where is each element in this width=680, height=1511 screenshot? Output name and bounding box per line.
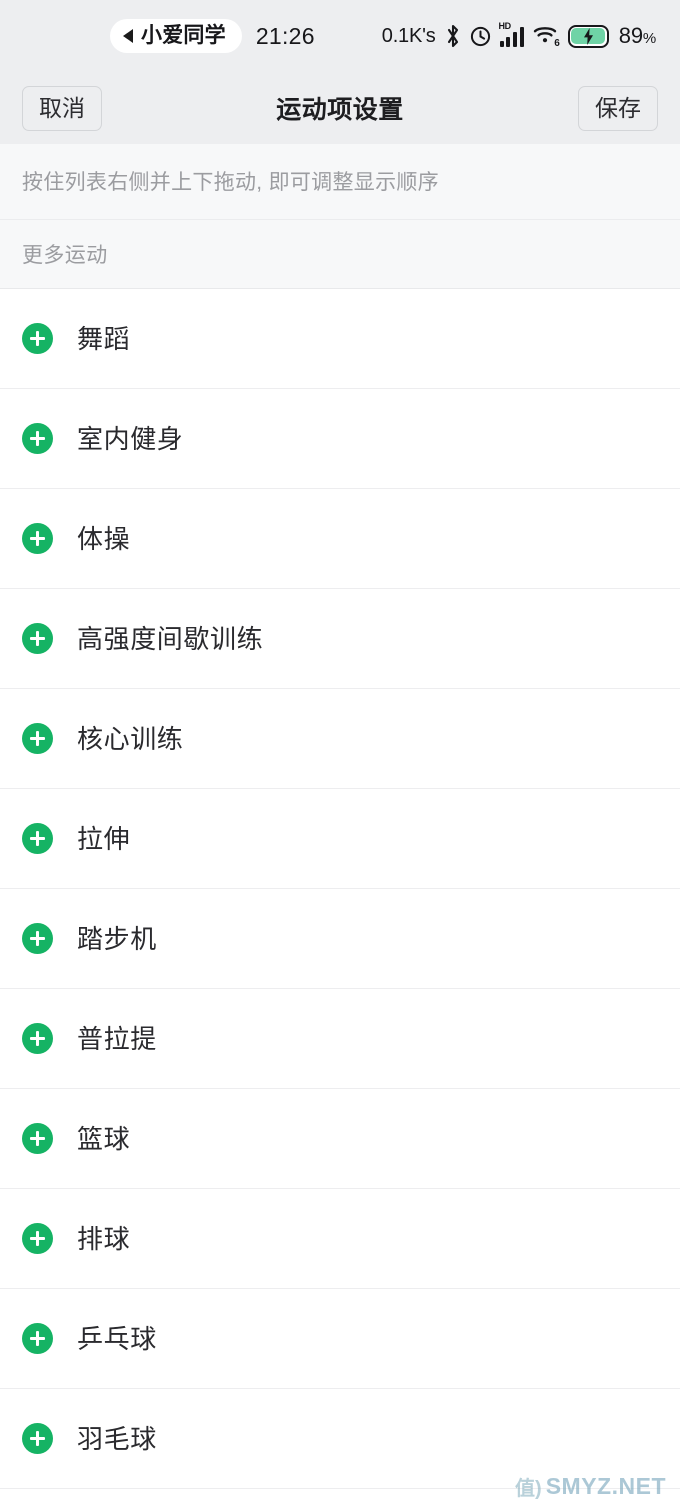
- sport-name-label: 体操: [77, 523, 131, 554]
- plus-circle-icon[interactable]: [22, 1423, 53, 1455]
- plus-circle-icon[interactable]: [22, 823, 53, 855]
- signal-bar-3: [512, 32, 518, 47]
- sport-row[interactable]: 普拉提: [0, 989, 680, 1090]
- wifi-icon: 6: [533, 25, 560, 49]
- plus-circle-icon[interactable]: [22, 1323, 53, 1355]
- network-speed-label: 0.1K's: [381, 24, 436, 47]
- sport-name-label: 排球: [77, 1223, 131, 1254]
- sport-row[interactable]: 羽毛球: [0, 1389, 680, 1490]
- sport-row[interactable]: 排球: [0, 1189, 680, 1290]
- status-bar-right: 0.1K's HD 6 89%: [381, 21, 656, 49]
- plus-circle-icon[interactable]: [22, 423, 53, 455]
- plus-circle-icon[interactable]: [22, 923, 53, 955]
- wifi-generation-label: 6: [554, 38, 560, 49]
- sport-row[interactable]: 舞蹈: [0, 289, 680, 390]
- sport-name-label: 乒乓球: [77, 1323, 157, 1354]
- plus-circle-icon[interactable]: [22, 523, 53, 555]
- sport-name-label: 拉伸: [77, 823, 131, 854]
- drag-hint-banner: 按住列表右侧并上下拖动, 即可调整显示顺序: [0, 144, 680, 221]
- section-title: 更多运动: [22, 244, 108, 268]
- sport-row[interactable]: 核心训练: [0, 689, 680, 790]
- sport-name-label: 篮球: [77, 1123, 131, 1154]
- sport-name-label: 室内健身: [77, 423, 184, 454]
- plus-circle-icon[interactable]: [22, 323, 53, 355]
- sport-name-label: 高强度间歇训练: [77, 623, 264, 654]
- plus-circle-icon[interactable]: [22, 1223, 53, 1255]
- cancel-button[interactable]: 取消: [22, 85, 102, 131]
- battery-charging-icon: [567, 24, 609, 48]
- sport-row[interactable]: 高强度间歇训练: [0, 589, 680, 690]
- signal-bar-1: [499, 41, 504, 47]
- status-bar-left: 小爱同学 21:26: [110, 19, 315, 53]
- drag-hint-text: 按住列表右侧并上下拖动, 即可调整显示顺序: [22, 171, 439, 194]
- plus-circle-icon[interactable]: [22, 1023, 53, 1055]
- navigation-bar: 取消 运动项设置 保存: [0, 72, 680, 144]
- sport-row[interactable]: 体操: [0, 489, 680, 590]
- status-bar: 小爱同学 21:26 0.1K's HD 6 89%: [0, 0, 680, 72]
- plus-circle-icon[interactable]: [22, 1123, 53, 1155]
- plus-circle-icon[interactable]: [22, 623, 53, 655]
- cellular-signal-icon: HD: [498, 21, 524, 47]
- bluetooth-icon: [445, 24, 461, 48]
- voice-assistant-pill[interactable]: 小爱同学: [110, 19, 242, 53]
- sport-name-label: 羽毛球: [77, 1423, 157, 1454]
- sport-name-label: 核心训练: [77, 723, 184, 754]
- sport-row[interactable]: 拉伸: [0, 789, 680, 890]
- back-triangle-icon[interactable]: [123, 28, 133, 43]
- signal-bar-4: [519, 27, 524, 47]
- sport-list: 舞蹈室内健身体操高强度间歇训练核心训练拉伸踏步机普拉提篮球排球乒乓球羽毛球板球: [0, 289, 680, 1511]
- section-header-more-sports: 更多运动: [0, 220, 680, 290]
- voice-assistant-label: 小爱同学: [141, 24, 226, 47]
- sport-name-label: 踏步机: [77, 923, 157, 954]
- signal-bar-2: [506, 37, 511, 47]
- save-button[interactable]: 保存: [578, 85, 658, 131]
- plus-circle-icon[interactable]: [22, 723, 53, 755]
- phone-screen: 小爱同学 21:26 0.1K's HD 6 89% 取消 运动项设置 保存 按…: [0, 0, 680, 1511]
- status-bar-clock: 21:26: [255, 22, 315, 49]
- battery-percent-label: 89%: [618, 23, 656, 48]
- alarm-clock-icon: [470, 26, 491, 47]
- sport-row[interactable]: 踏步机: [0, 889, 680, 990]
- sport-row[interactable]: 乒乓球: [0, 1289, 680, 1390]
- sport-name-label: 舞蹈: [77, 323, 131, 354]
- hd-voice-label: HD: [498, 21, 512, 31]
- sport-row[interactable]: 室内健身: [0, 389, 680, 490]
- sport-name-label: 普拉提: [77, 1023, 157, 1054]
- sport-row[interactable]: 篮球: [0, 1089, 680, 1190]
- sport-row[interactable]: 板球: [0, 1489, 680, 1511]
